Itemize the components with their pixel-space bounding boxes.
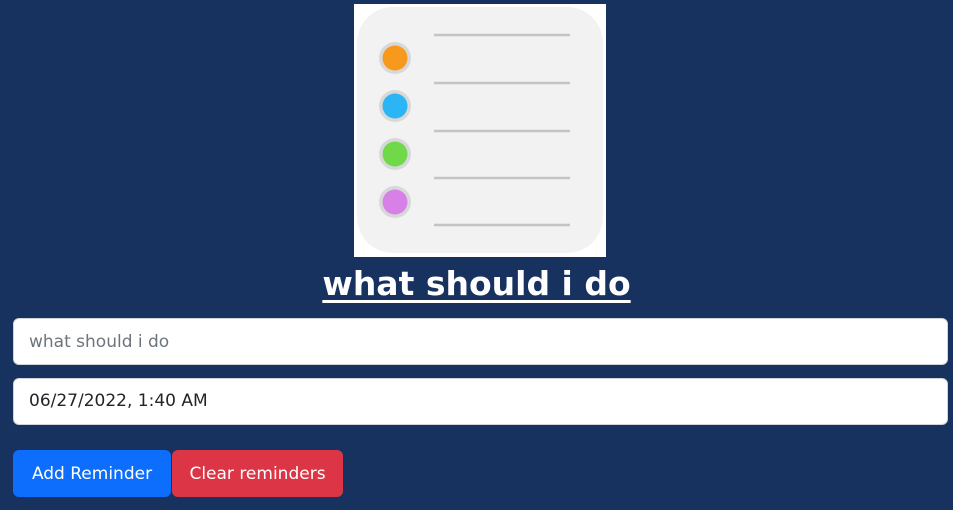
task-input[interactable] (13, 318, 948, 365)
reminders-list-icon (357, 7, 603, 253)
datetime-value: 06/27/2022, 1:40 AM (29, 391, 208, 411)
clear-reminders-button[interactable]: Clear reminders (172, 450, 343, 497)
page-title: what should i do (322, 264, 631, 303)
add-reminder-button[interactable]: Add Reminder (13, 450, 171, 497)
app-logo (354, 4, 606, 257)
datetime-input[interactable]: 06/27/2022, 1:40 AM (13, 378, 948, 425)
